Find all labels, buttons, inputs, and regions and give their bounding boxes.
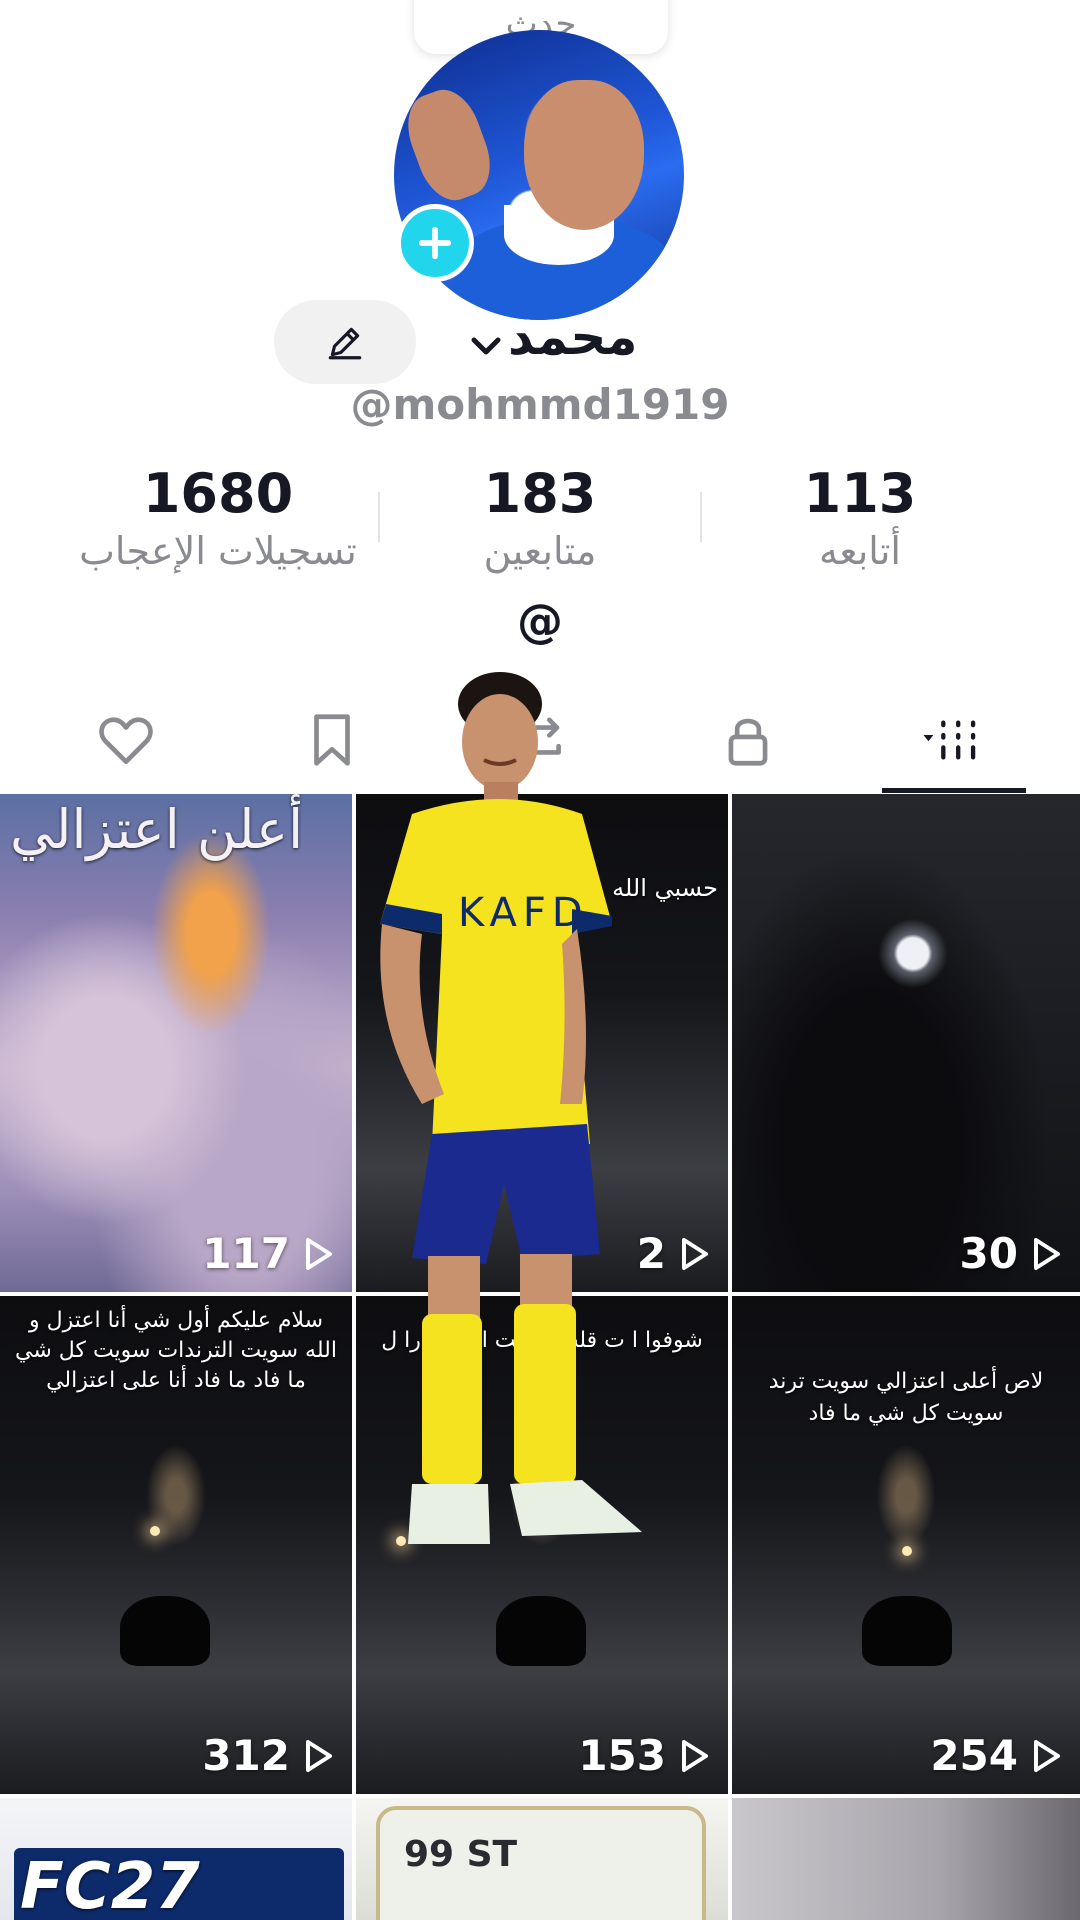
profile-name[interactable]: محمد <box>508 308 637 366</box>
video-tile[interactable]: 99 ST <box>356 1798 728 1920</box>
play-icon <box>1034 1237 1060 1270</box>
view-count: 117 <box>202 1229 338 1278</box>
view-count: 254 <box>930 1731 1066 1780</box>
tab-videos[interactable] <box>852 690 1052 790</box>
player-cutout-overlay: KAFD <box>380 672 642 1544</box>
video-tile[interactable] <box>732 1798 1080 1920</box>
add-story-button[interactable] <box>396 204 474 282</box>
video-caption: لاص أعلى اعتزالي سويت ترند سويت كل شي ما… <box>768 1369 1044 1426</box>
video-tile[interactable]: FC27 <box>0 1798 352 1920</box>
street-lamp <box>902 1546 912 1556</box>
profile-stats: 1680 تسجيلات الإعجاب 183 متابعين 113 أتا… <box>0 462 1080 582</box>
video-caption: 99 ST <box>404 1834 518 1875</box>
avatar-hand <box>397 81 501 209</box>
sitting-figure <box>496 1596 586 1666</box>
jersey-sponsor: KAFD <box>458 890 589 936</box>
tab-liked[interactable] <box>26 690 226 790</box>
avatar-face <box>524 80 644 230</box>
play-icon <box>306 1237 332 1270</box>
heart-icon <box>99 717 153 765</box>
name-row: محمد <box>0 300 1080 390</box>
video-caption: FC27 <box>20 1850 200 1920</box>
view-count: 30 <box>960 1229 1066 1278</box>
following-count: 113 <box>803 462 917 525</box>
play-icon <box>682 1739 708 1772</box>
profile-bio[interactable]: @ <box>0 594 1080 648</box>
pencil-icon <box>328 327 362 360</box>
street-lamp <box>150 1526 160 1536</box>
stat-likes[interactable]: 1680 تسجيلات الإعجاب <box>48 462 388 576</box>
view-count-text: 312 <box>202 1731 290 1780</box>
video-tile[interactable]: سلام عليكم أول شي أنا اعتزل و الله سويت … <box>0 1296 352 1794</box>
view-count: 312 <box>202 1731 338 1780</box>
bookmark-icon <box>314 714 350 766</box>
video-tile[interactable]: أعلن اعتزالي 117 <box>0 794 352 1292</box>
likes-label: تسجيلات الإعجاب <box>79 529 357 573</box>
plus-icon <box>418 226 452 260</box>
stat-following[interactable]: 113 أتابعه <box>690 462 1030 576</box>
sitting-figure <box>862 1596 952 1666</box>
followers-count: 183 <box>483 462 597 525</box>
view-count-text: 254 <box>930 1731 1018 1780</box>
view-count-text: 30 <box>959 1229 1018 1278</box>
followers-label: متابعين <box>483 529 597 573</box>
video-tile[interactable]: لاص أعلى اعتزالي سويت ترند سويت كل شي ما… <box>732 1296 1080 1794</box>
play-icon <box>306 1739 332 1772</box>
sitting-figure <box>120 1596 210 1666</box>
play-icon <box>1034 1739 1060 1772</box>
profile-handle: @mohmmd1919 <box>350 380 730 429</box>
edit-profile-button[interactable] <box>274 300 416 384</box>
video-caption: سلام عليكم أول شي أنا اعتزل و الله سويت … <box>15 1308 337 1393</box>
likes-count: 1680 <box>142 462 294 525</box>
active-tab-indicator <box>882 788 1026 793</box>
view-count-text: 117 <box>202 1229 290 1278</box>
stat-followers[interactable]: 183 متابعين <box>370 462 710 576</box>
grid-icon <box>923 720 976 760</box>
video-tile[interactable]: 30 <box>732 794 1080 1292</box>
following-label: أتابعه <box>819 529 901 573</box>
view-count-text: 153 <box>578 1731 666 1780</box>
chevron-down-icon[interactable] <box>466 326 506 366</box>
video-caption: أعلن اعتزالي <box>10 798 304 861</box>
view-count: 153 <box>578 1731 714 1780</box>
